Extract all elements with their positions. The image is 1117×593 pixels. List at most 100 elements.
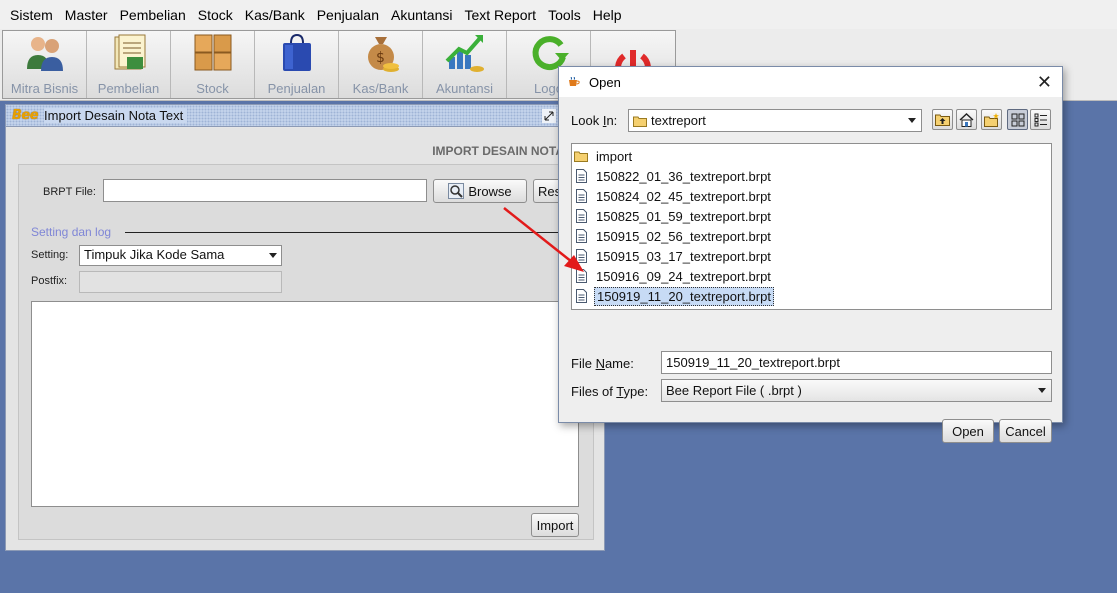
import-panel: BRPT File: Browse Res Setting dan log Se… bbox=[18, 164, 594, 540]
look-in-value: textreport bbox=[651, 113, 706, 128]
menu-help[interactable]: Help bbox=[587, 7, 628, 23]
file-icon bbox=[574, 209, 588, 223]
file-icon bbox=[574, 169, 588, 183]
cancel-button[interactable]: Cancel bbox=[999, 419, 1052, 443]
file-name: 150916_09_24_textreport.brpt bbox=[596, 268, 771, 284]
setting-select-value: Timpuk Jika Kode Sama bbox=[84, 247, 225, 262]
toolbar-stock-button[interactable]: Stock bbox=[171, 31, 255, 98]
postfix-input bbox=[79, 271, 282, 293]
import-button[interactable]: Import bbox=[531, 513, 579, 537]
file-name: 150825_01_59_textreport.brpt bbox=[596, 208, 771, 224]
toolbar-penjualan-button[interactable]: Penjualan bbox=[255, 31, 339, 98]
toolbar-label: Mitra Bisnis bbox=[10, 81, 79, 96]
chart-icon bbox=[445, 35, 484, 72]
file-icon bbox=[574, 229, 588, 243]
menu-tools[interactable]: Tools bbox=[542, 7, 587, 23]
toolbar-pembelian-button[interactable]: Pembelian bbox=[87, 31, 171, 98]
menu-stock[interactable]: Stock bbox=[192, 7, 239, 23]
setting-select[interactable]: Timpuk Jika Kode Sama bbox=[79, 245, 282, 266]
menu-pembelian[interactable]: Pembelian bbox=[114, 7, 192, 23]
list-item-file[interactable]: 150824_02_45_textreport.brpt bbox=[572, 186, 1051, 206]
chevron-down-icon bbox=[1038, 388, 1046, 393]
file-name: 150824_02_45_textreport.brpt bbox=[596, 188, 771, 204]
list-item-file[interactable]: 150915_02_56_textreport.brpt bbox=[572, 226, 1051, 246]
file-name: import bbox=[596, 148, 633, 164]
open-button[interactable]: Open bbox=[942, 419, 994, 443]
toolbar-kas-bank-button[interactable]: $ Kas/Bank bbox=[339, 31, 423, 98]
look-in-select[interactable]: textreport bbox=[628, 109, 922, 132]
log-textarea[interactable] bbox=[31, 301, 579, 507]
postfix-label: Postfix: bbox=[31, 275, 68, 287]
dialog-title: Open bbox=[589, 74, 621, 90]
home-button[interactable] bbox=[956, 109, 977, 130]
toolbar-label: Kas/Bank bbox=[352, 81, 409, 96]
setting-label: Setting: bbox=[31, 249, 69, 261]
file-icon bbox=[574, 269, 588, 283]
import-heading: IMPORT DESAIN NOTA bbox=[432, 144, 564, 158]
svg-text:$: $ bbox=[376, 50, 385, 66]
files-of-type-select[interactable]: Bee Report File ( .brpt ) bbox=[661, 379, 1052, 402]
import-label: Import bbox=[536, 517, 574, 533]
brpt-file-input[interactable] bbox=[103, 179, 427, 202]
toolbar-label: Akuntansi bbox=[435, 81, 494, 96]
file-name-label: File Name: bbox=[571, 356, 634, 371]
details-view-icon bbox=[1034, 113, 1047, 126]
purchase-icon bbox=[114, 34, 145, 70]
menu-kas-bank[interactable]: Kas/Bank bbox=[239, 7, 311, 23]
file-name: 150915_02_56_textreport.brpt bbox=[596, 228, 771, 244]
shopping-bag-icon bbox=[282, 33, 311, 71]
file-icon bbox=[574, 189, 588, 203]
files-of-type-label: Files of Type: bbox=[571, 384, 649, 399]
home-icon bbox=[959, 112, 974, 127]
list-view-button[interactable] bbox=[1007, 109, 1028, 130]
file-name: 150915_03_17_textreport.brpt bbox=[596, 248, 771, 264]
cancel-label: Cancel bbox=[1005, 423, 1046, 439]
chevron-down-icon bbox=[269, 253, 277, 258]
bee-logo: Bee bbox=[12, 108, 39, 123]
menu-master[interactable]: Master bbox=[59, 7, 114, 23]
file-name-input[interactable]: 150919_11_20_textreport.brpt bbox=[661, 351, 1052, 374]
folder-icon bbox=[633, 116, 647, 127]
menu-sistem[interactable]: Sistem bbox=[4, 7, 59, 23]
list-item-file[interactable]: 150916_09_24_textreport.brpt bbox=[572, 266, 1051, 286]
brpt-file-label: BRPT File: bbox=[43, 186, 96, 198]
list-item-file[interactable]: 150915_03_17_textreport.brpt bbox=[572, 246, 1051, 266]
frame-titlebar[interactable]: Bee Import Desain Nota Text bbox=[6, 105, 604, 127]
toolbar-mitra-bisnis-button[interactable]: Mitra Bisnis bbox=[3, 31, 87, 98]
import-nota-frame: Bee Import Desain Nota Text IMPORT DESAI… bbox=[5, 104, 605, 551]
close-icon[interactable]: ✕ bbox=[1037, 72, 1052, 93]
list-view-icon bbox=[1011, 113, 1024, 126]
list-item-file-selected[interactable]: 150919_11_20_textreport.brpt bbox=[572, 286, 1051, 306]
look-in-label: Look In: bbox=[571, 113, 618, 128]
toolbar-label: Pembelian bbox=[97, 81, 160, 96]
menu-bar: Sistem Master Pembelian Stock Kas/Bank P… bbox=[0, 0, 1117, 29]
minimize-frame-icon[interactable] bbox=[542, 109, 556, 123]
file-list[interactable]: import 150822_01_36_textreport.brpt 1508… bbox=[571, 143, 1052, 310]
browse-label: Browse bbox=[468, 183, 512, 199]
magnifier-icon bbox=[448, 183, 465, 199]
files-of-type-value: Bee Report File ( .brpt ) bbox=[666, 383, 802, 398]
dialog-titlebar[interactable]: Open ✕ bbox=[559, 67, 1062, 97]
list-item-file[interactable]: 150825_01_59_textreport.brpt bbox=[572, 206, 1051, 226]
list-item-folder[interactable]: import bbox=[572, 146, 1051, 166]
java-cup-icon bbox=[569, 77, 580, 86]
toolbar-akuntansi-button[interactable]: Akuntansi bbox=[423, 31, 507, 98]
chevron-down-icon bbox=[908, 118, 916, 123]
file-icon bbox=[574, 289, 588, 303]
menu-text-report[interactable]: Text Report bbox=[458, 7, 542, 23]
boxes-icon bbox=[194, 34, 231, 71]
details-view-button[interactable] bbox=[1030, 109, 1051, 130]
section-divider bbox=[125, 232, 559, 233]
open-label: Open bbox=[952, 423, 984, 439]
file-icon bbox=[574, 249, 588, 263]
new-folder-icon bbox=[983, 112, 999, 127]
menu-penjualan[interactable]: Penjualan bbox=[311, 7, 385, 23]
up-one-level-button[interactable] bbox=[932, 109, 953, 130]
list-item-file[interactable]: 150822_01_36_textreport.brpt bbox=[572, 166, 1051, 186]
menu-akuntansi[interactable]: Akuntansi bbox=[385, 7, 458, 23]
folder-up-icon bbox=[935, 114, 950, 126]
file-name: 150919_11_20_textreport.brpt bbox=[594, 286, 774, 306]
new-folder-button[interactable] bbox=[981, 109, 1002, 130]
browse-button[interactable]: Browse bbox=[433, 179, 527, 203]
file-name: 150822_01_36_textreport.brpt bbox=[596, 168, 771, 184]
